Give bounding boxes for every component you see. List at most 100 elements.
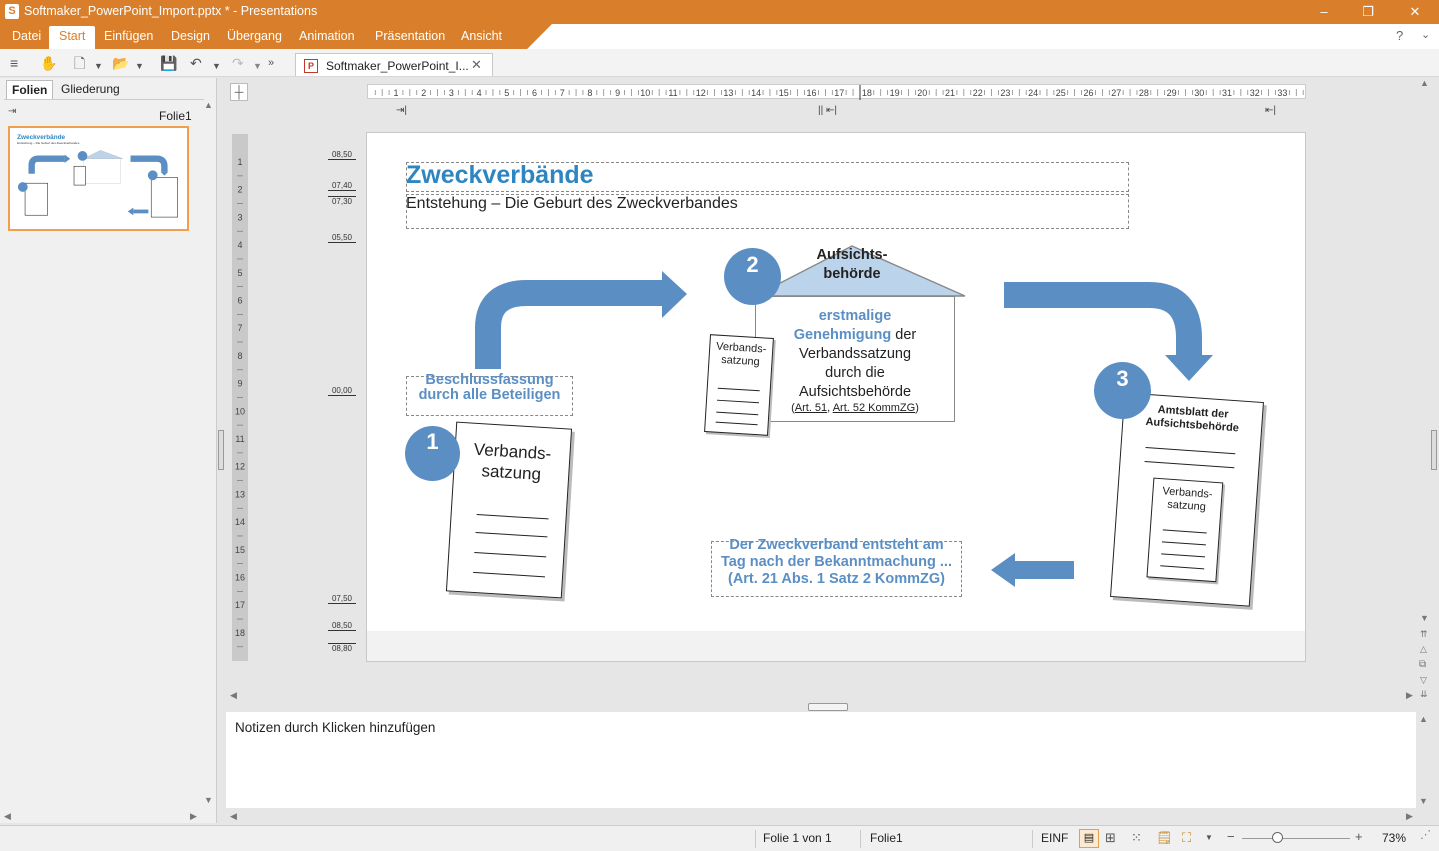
panel-splitter[interactable]: [218, 430, 224, 470]
slides-scrollbar[interactable]: ▲ ▼: [203, 100, 215, 810]
guide-label: 07,40: [328, 181, 356, 191]
result-text-box[interactable]: Der Zweckverband entsteht am Tag nach de…: [711, 537, 962, 597]
zoom-in-icon[interactable]: +: [1355, 829, 1363, 844]
menu-datei[interactable]: Datei: [12, 29, 41, 43]
notes-view-icon[interactable]: 🗒: [1156, 830, 1173, 846]
menu-uebergang[interactable]: Übergang: [227, 29, 282, 43]
link-art-52[interactable]: Art. 52 KommZG: [833, 402, 916, 414]
step1-number-badge: 1: [405, 426, 460, 481]
close-tab-icon[interactable]: ✕: [471, 57, 482, 73]
menu-animation[interactable]: Animation: [299, 29, 355, 43]
ruler-number: 16: [806, 88, 816, 98]
collapse-ribbon-icon[interactable]: ⌄: [1421, 28, 1430, 41]
menu-einfuegen[interactable]: Einfügen: [104, 29, 153, 43]
notes-scroll-up-icon[interactable]: ▲: [1419, 714, 1428, 724]
ruler-number: 3: [237, 212, 242, 222]
chevron-down-icon[interactable]: ▼: [135, 58, 144, 74]
ruler-number: 9: [615, 88, 620, 98]
ruler-number: 15: [779, 88, 789, 98]
ruler-corner-icon[interactable]: ┼: [230, 83, 248, 101]
menu-praesentation[interactable]: Präsentation: [375, 29, 445, 43]
step1-label-box[interactable]: Beschlussfassung durch alle Beteiligen: [406, 372, 573, 416]
slide-label: Folie1: [159, 109, 192, 123]
document-tab[interactable]: P Softmaker_PowerPoint_I... ✕: [295, 53, 493, 76]
arrow-head: [662, 271, 687, 318]
guide-label: 08,50: [328, 150, 356, 160]
tab-folien[interactable]: Folien: [6, 80, 54, 99]
menu-ansicht[interactable]: Ansicht: [461, 29, 502, 43]
menu-design[interactable]: Design: [171, 29, 210, 43]
step1-document[interactable]: Verbands- satzung: [445, 421, 573, 599]
guide-label: 05,50: [328, 233, 356, 243]
ruler-number: 12: [696, 88, 706, 98]
ruler-number: 23: [1000, 88, 1010, 98]
authority-building[interactable]: erstmalige Genehmigung der Verbandssatzu…: [755, 296, 955, 422]
zoom-slider-track[interactable]: [1242, 838, 1350, 839]
close-icon[interactable]: ✕: [1405, 2, 1425, 22]
zoom-slider-thumb[interactable]: [1272, 832, 1283, 843]
scroll-right-icon[interactable]: ▶: [190, 811, 197, 822]
ruler-number: 2: [237, 185, 242, 195]
scroll-left-icon[interactable]: ◀: [230, 811, 237, 822]
step3-gazette[interactable]: Amtsblatt der Aufsichtsbehörde Verbands-…: [1110, 392, 1264, 607]
ruler-number: 11: [668, 88, 677, 98]
tab-gliederung[interactable]: Gliederung: [56, 80, 125, 98]
ruler-number: 7: [237, 323, 242, 333]
previous-slide-icon: △: [1420, 644, 1427, 654]
menu-start[interactable]: Start: [49, 26, 96, 49]
help-icon[interactable]: ?: [1396, 28, 1403, 43]
zoom-level[interactable]: 73%: [1382, 831, 1406, 845]
ruler-number: 14: [751, 88, 761, 98]
tab-stop-marker[interactable]: ⇥|: [396, 105, 407, 116]
step2-text-der: der: [891, 327, 917, 343]
slideshow-icon[interactable]: ⛶: [1182, 830, 1191, 846]
redo-icon[interactable]: ↷: [232, 55, 244, 71]
slide-sorter-icon[interactable]: ⊞: [1105, 830, 1116, 846]
ruler-number: 19: [890, 88, 900, 98]
status-slide-count: Folie 1 von 1: [763, 831, 832, 845]
chevron-down-icon[interactable]: ▼: [1205, 833, 1213, 842]
new-document-icon[interactable]: 🗋: [74, 55, 85, 71]
scroll-left-icon[interactable]: ◀: [230, 690, 237, 701]
scroll-right-icon[interactable]: ▶: [1406, 690, 1413, 701]
minimize-icon[interactable]: –: [1314, 2, 1334, 22]
undo-icon[interactable]: ↶: [190, 55, 202, 71]
handout-view-icon[interactable]: ⁙: [1131, 830, 1142, 846]
menu-hamburger-icon[interactable]: ≡: [10, 55, 18, 71]
chevron-down-icon[interactable]: ▼: [212, 58, 221, 74]
ruler-number: 30: [1194, 88, 1204, 98]
notes-splitter[interactable]: [808, 703, 848, 711]
right-panel-splitter[interactable]: [1431, 430, 1437, 470]
open-folder-icon[interactable]: 📂: [112, 55, 129, 71]
ruler-number: 17: [235, 600, 245, 610]
horizontal-ruler[interactable]: 1 2 3 4 5 6 7 8 9 10 11 12 13 14 15 16 17 18 19 20 21 22 23 24 2…: [367, 84, 1306, 100]
chevron-down-icon[interactable]: ▼: [253, 58, 262, 74]
hand-icon[interactable]: ✋: [40, 55, 57, 71]
app-icon: S: [5, 4, 19, 19]
ruler-number: 12: [235, 462, 245, 472]
ruler-number: 14: [235, 517, 245, 527]
vertical-ruler[interactable]: 1 2 3 4 5 6 7 8 9 10 11 12 13 14 15 16 17 18: [232, 134, 248, 661]
tab-stop-marker[interactable]: ⇤|: [1265, 105, 1276, 116]
slide-thumbnail[interactable]: Zweckverbände Entstehung – Die Geburt de…: [8, 126, 189, 231]
scroll-left-icon[interactable]: ◀: [4, 811, 11, 822]
step2-document[interactable]: Verbands- satzung: [704, 334, 774, 436]
normal-view-icon[interactable]: ▤: [1079, 829, 1099, 848]
editor-vertical-scrollbar[interactable]: ▲ ▼ ⇈ △ ⧉ ▽ ⇊: [1418, 78, 1432, 699]
restore-icon[interactable]: ❐: [1358, 2, 1378, 22]
notes-scroll-down-icon[interactable]: ▼: [1419, 796, 1428, 806]
arrow-step3-to-result: [991, 553, 1074, 587]
scroll-right-icon[interactable]: ▶: [1406, 811, 1413, 822]
ruler-number: 29: [1167, 88, 1177, 98]
save-icon[interactable]: 💾: [160, 55, 177, 71]
tab-stop-marker[interactable]: || ⇤|: [818, 105, 837, 116]
notes-area[interactable]: Notizen durch Klicken hinzufügen: [226, 712, 1416, 808]
guide-label: 07,30: [328, 196, 356, 206]
link-art-51[interactable]: Art. 51: [795, 402, 827, 414]
status-insert-mode[interactable]: EINF: [1041, 831, 1068, 845]
ruler-number: 6: [237, 296, 242, 306]
slide-canvas[interactable]: Zweckverbände Entstehung – Die Geburt de…: [366, 132, 1306, 662]
zoom-out-icon[interactable]: −: [1227, 829, 1235, 844]
more-icon[interactable]: »: [268, 55, 274, 71]
chevron-down-icon[interactable]: ▼: [94, 58, 103, 74]
